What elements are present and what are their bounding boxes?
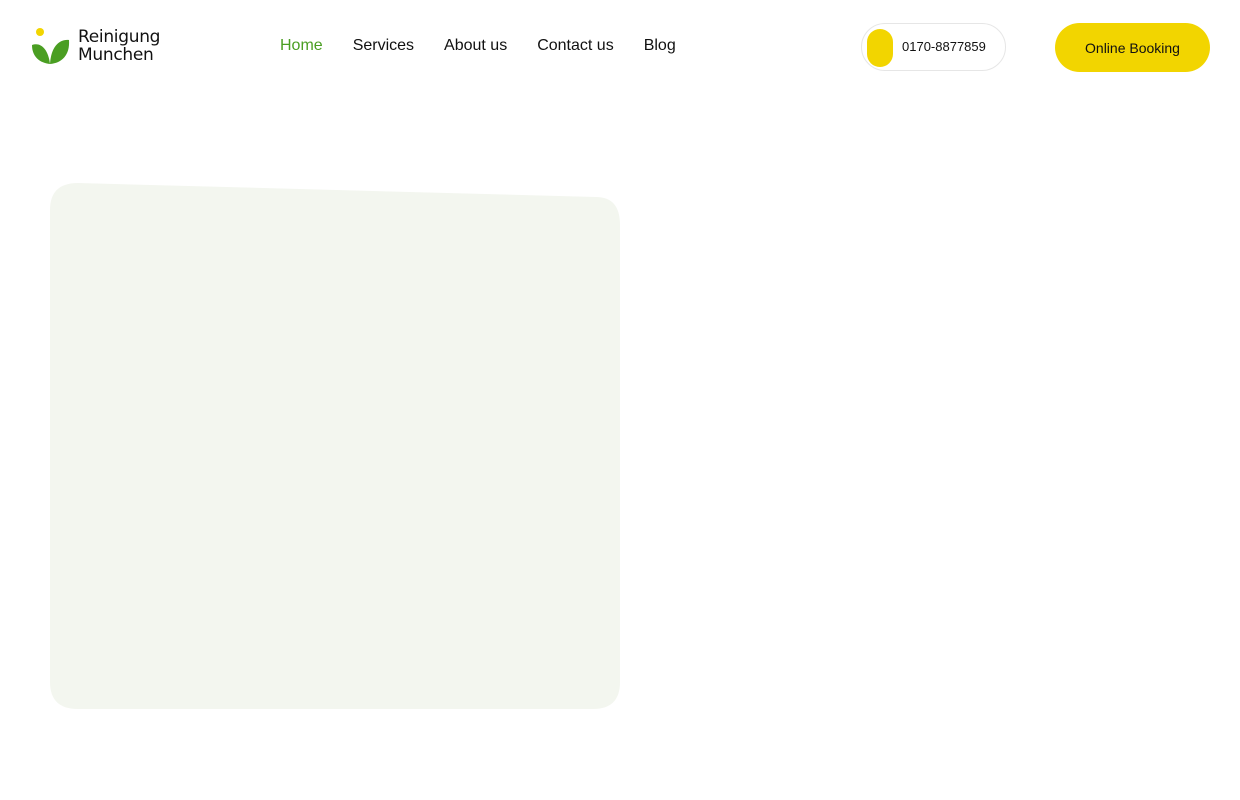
hero-image-card [50, 183, 620, 709]
phone-icon [867, 29, 893, 67]
nav-about-us[interactable]: About us [444, 36, 507, 56]
logo-line-2: Munchen [78, 45, 154, 65]
site-logo[interactable]: Reinigung Munchen [30, 27, 170, 69]
nav-services[interactable]: Services [353, 36, 414, 56]
phone-button[interactable]: 0170-8877859 [861, 23, 1006, 71]
online-booking-button[interactable]: Online Booking [1055, 23, 1210, 72]
main-nav: Home Services About us Contact us Blog [280, 36, 676, 56]
site-header: Reinigung Munchen Home Services About us… [0, 0, 1240, 94]
page: Reinigung Munchen Home Services About us… [0, 0, 1240, 800]
phone-number: 0170-8877859 [902, 39, 986, 54]
nav-contact-us[interactable]: Contact us [537, 36, 613, 56]
nav-home[interactable]: Home [280, 36, 323, 56]
logo-line-1: Reinigung [78, 27, 161, 47]
logo-wordmark: Reinigung Munchen [78, 28, 160, 64]
nav-blog[interactable]: Blog [644, 36, 676, 56]
leaf-logo-icon [32, 28, 70, 64]
